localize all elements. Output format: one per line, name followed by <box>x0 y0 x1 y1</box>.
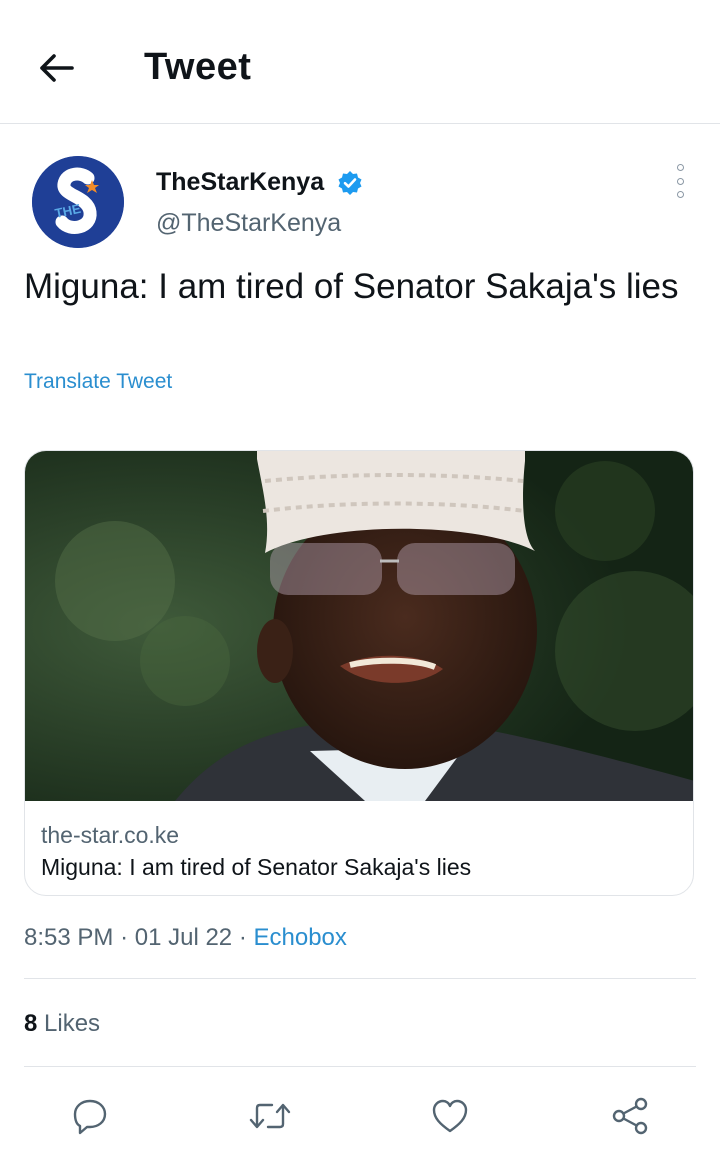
share-button[interactable] <box>608 1094 652 1138</box>
link-preview-card[interactable]: the-star.co.ke Miguna: I am tired of Sen… <box>24 450 694 896</box>
author-display-name[interactable]: TheStarKenya <box>156 168 324 197</box>
meta-separator: · <box>238 924 247 951</box>
card-domain: the-star.co.ke <box>41 822 180 848</box>
tweet-time: 8:53 PM <box>24 924 114 951</box>
arrow-left-icon <box>40 54 74 82</box>
author-handle[interactable]: @TheStarKenya <box>156 209 341 238</box>
likes-number: 8 <box>24 1010 38 1037</box>
retweet-icon <box>249 1103 291 1129</box>
card-image[interactable] <box>25 451 693 801</box>
back-button[interactable] <box>36 50 76 86</box>
more-options-button[interactable] <box>666 164 694 198</box>
share-icon <box>612 1097 648 1135</box>
reply-icon <box>73 1099 107 1135</box>
verified-badge-icon <box>337 170 363 196</box>
dot-icon <box>676 177 684 185</box>
retweet-button[interactable] <box>248 1094 292 1138</box>
translate-tweet-link[interactable]: Translate Tweet <box>24 370 172 394</box>
top-bar: Tweet <box>0 0 720 124</box>
meta-separator: · <box>120 924 129 951</box>
logo-icon: THE <box>32 156 124 248</box>
tweet-text: Miguna: I am tired of Senator Sakaja's l… <box>24 267 679 306</box>
dot-icon <box>676 191 684 198</box>
likes-label: Likes <box>44 1010 101 1037</box>
like-button[interactable] <box>428 1094 472 1138</box>
tweet-source-link[interactable]: Echobox <box>253 924 346 951</box>
heart-icon <box>432 1099 468 1133</box>
tweet-date: 01 Jul 22 <box>134 924 233 951</box>
divider <box>24 978 696 979</box>
reply-button[interactable] <box>68 1094 112 1138</box>
divider <box>24 1066 696 1067</box>
likes-count[interactable]: 8 Likes <box>24 1010 100 1038</box>
page-title: Tweet <box>144 46 252 88</box>
card-title: Miguna: I am tired of Senator Sakaja's l… <box>41 854 472 880</box>
tweet-meta: 8:53 PM · 01 Jul 22 · Echobox <box>24 924 347 952</box>
avatar[interactable]: THE <box>32 156 124 248</box>
dot-icon <box>676 164 684 171</box>
